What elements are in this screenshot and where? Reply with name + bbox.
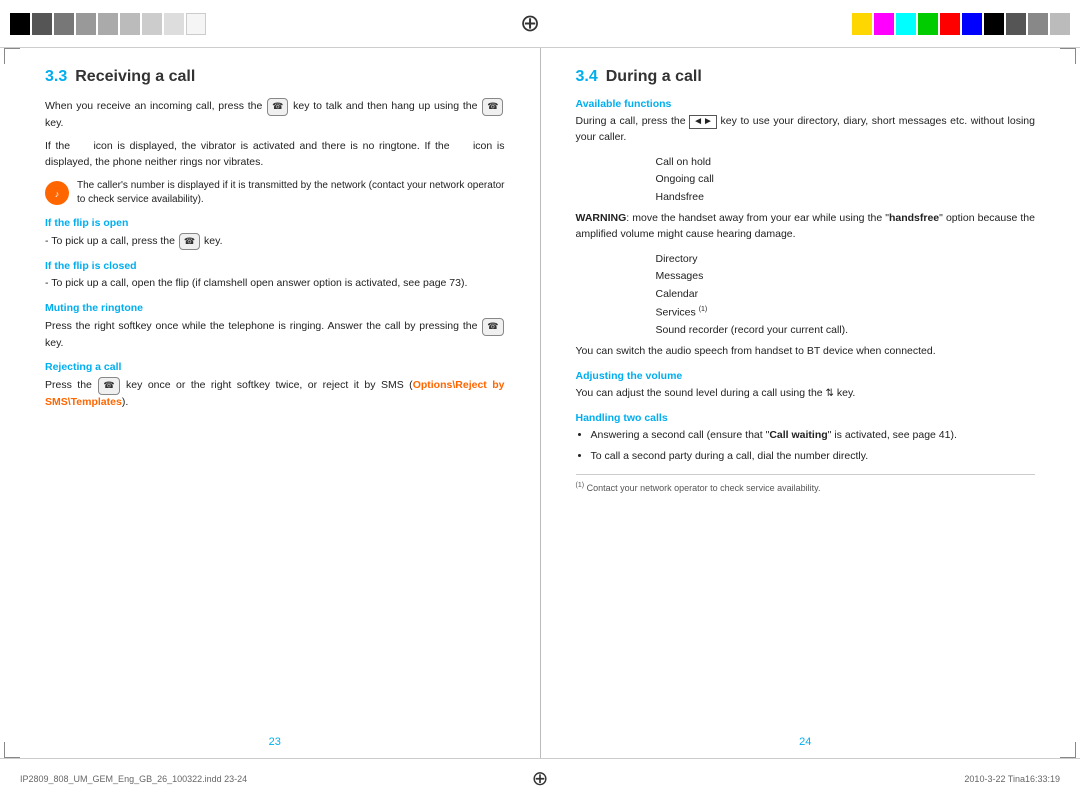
available-intro: During a call, press the ◄► key to use y…	[576, 114, 1036, 146]
hangup-key: ☎	[482, 98, 503, 116]
volume-key: ⇅	[826, 386, 834, 401]
bottom-right-text: 2010-3-22 Tina16:33:19	[590, 774, 1060, 784]
pick-key: ☎	[179, 233, 200, 251]
function-calendar: Calendar	[656, 286, 1036, 304]
top-bar-center	[200, 9, 860, 39]
function-sound-recorder: Sound recorder (record your current call…	[656, 322, 1036, 340]
bottom-center	[490, 766, 590, 791]
top-bar-right	[860, 0, 1080, 47]
switch-text: You can switch the audio speech from han…	[576, 344, 1036, 360]
handling-title: Handling two calls	[576, 412, 1036, 424]
section-33-header: 3.3 Receiving a call	[45, 68, 505, 86]
warning-text: WARNING: move the handset away from your…	[576, 211, 1036, 243]
color-block-6	[120, 13, 140, 35]
color-block-r2	[874, 13, 894, 35]
crosshair-top	[515, 9, 545, 39]
function-services: Services (1)	[656, 304, 1036, 322]
top-bar	[0, 0, 1080, 48]
superscript-1: (1)	[699, 306, 708, 313]
color-block-1	[10, 13, 30, 35]
color-blocks-right	[852, 13, 1070, 35]
bottom-bar: IP2809_808_UM_GEM_Eng_GB_26_100322.indd …	[0, 758, 1080, 798]
color-block-r3	[896, 13, 916, 35]
flip-open-title: If the flip is open	[45, 217, 505, 229]
left-page-number: 23	[269, 736, 281, 748]
right-page-number: 24	[799, 736, 811, 748]
corner-mark-bl	[4, 742, 20, 758]
adjusting-title: Adjusting the volume	[576, 370, 1036, 382]
muting-title: Muting the ringtone	[45, 302, 505, 314]
function-messages: Messages	[656, 268, 1036, 286]
right-page: 3.4 During a call Available functions Du…	[551, 48, 1061, 758]
left-page: 3.3 Receiving a call When you receive an…	[20, 48, 530, 758]
bullet-item-2: To call a second party during a call, di…	[591, 449, 1036, 465]
bullet-item-1: Answering a second call (ensure that "Ca…	[591, 428, 1036, 444]
rejecting-text: Press the ☎ key once or the right softke…	[45, 377, 505, 410]
handsfree-label: handsfree	[889, 212, 939, 224]
color-block-5	[98, 13, 118, 35]
top-bar-left	[0, 0, 200, 47]
handling-list: Answering a second call (ensure that "Ca…	[591, 428, 1036, 465]
color-block-2	[32, 13, 52, 35]
page-divider	[540, 48, 541, 758]
talk-key: ☎	[267, 98, 288, 116]
rejecting-title: Rejecting a call	[45, 361, 505, 373]
footnote-text: Contact your network operator to check s…	[587, 483, 821, 493]
function-directory: Directory	[656, 251, 1036, 269]
section-33-title: Receiving a call	[75, 68, 195, 86]
color-block-r5	[940, 13, 960, 35]
color-block-r10	[1050, 13, 1070, 35]
color-block-r7	[984, 13, 1004, 35]
color-blocks-left	[10, 13, 206, 35]
vibrator-text: If the icon is displayed, the vibrator i…	[45, 139, 505, 171]
note-icon: ♪	[45, 181, 69, 205]
note-text: The caller's number is displayed if it i…	[45, 179, 505, 207]
color-block-7	[142, 13, 162, 35]
function-ongoing-call: Ongoing call	[656, 171, 1036, 189]
available-functions-title: Available functions	[576, 98, 1036, 110]
function-list-1: Call on hold Ongoing call Handsfree	[656, 154, 1036, 208]
section-34-title: During a call	[606, 68, 702, 86]
answer-key: ☎	[482, 318, 503, 336]
function-call-on-hold: Call on hold	[656, 154, 1036, 172]
section-34-header: 3.4 During a call	[576, 68, 1036, 86]
section-33-number: 3.3	[45, 68, 67, 86]
intro-text: When you receive an incoming call, press…	[45, 98, 505, 131]
muting-text: Press the right softkey once while the t…	[45, 318, 505, 351]
corner-mark-tr	[1060, 48, 1076, 64]
call-waiting-label: Call waiting	[769, 429, 827, 441]
color-block-r8	[1006, 13, 1026, 35]
bottom-left-text: IP2809_808_UM_GEM_Eng_GB_26_100322.indd …	[20, 774, 490, 784]
function-handsfree: Handsfree	[656, 189, 1036, 207]
footnote: (1) Contact your network operator to che…	[576, 474, 1036, 495]
flip-closed-text: - To pick up a call, open the flip (if c…	[45, 276, 505, 292]
corner-mark-br	[1060, 742, 1076, 758]
main-content: 3.3 Receiving a call When you receive an…	[20, 48, 1060, 758]
color-block-4	[76, 13, 96, 35]
color-block-r4	[918, 13, 938, 35]
reject-key: ☎	[98, 377, 119, 395]
function-list-2: Directory Messages Calendar Services (1)…	[656, 251, 1036, 341]
color-block-r6	[962, 13, 982, 35]
footnote-superscript: (1)	[576, 482, 585, 489]
svg-text:♪: ♪	[55, 189, 60, 199]
color-block-8	[164, 13, 184, 35]
color-block-r1	[852, 13, 872, 35]
color-block-3	[54, 13, 74, 35]
flip-open-text: - To pick up a call, press the ☎ key.	[45, 233, 505, 251]
color-block-r9	[1028, 13, 1048, 35]
section-34-number: 3.4	[576, 68, 598, 86]
corner-mark-tl	[4, 48, 20, 64]
flip-closed-title: If the flip is closed	[45, 260, 505, 272]
warning-label: WARNING	[576, 212, 627, 224]
note-box: ♪ The caller's number is displayed if it…	[45, 179, 505, 207]
adjusting-text: You can adjust the sound level during a …	[576, 386, 1036, 402]
crosshair-bottom	[532, 766, 549, 791]
nav-key: ◄►	[689, 115, 717, 129]
